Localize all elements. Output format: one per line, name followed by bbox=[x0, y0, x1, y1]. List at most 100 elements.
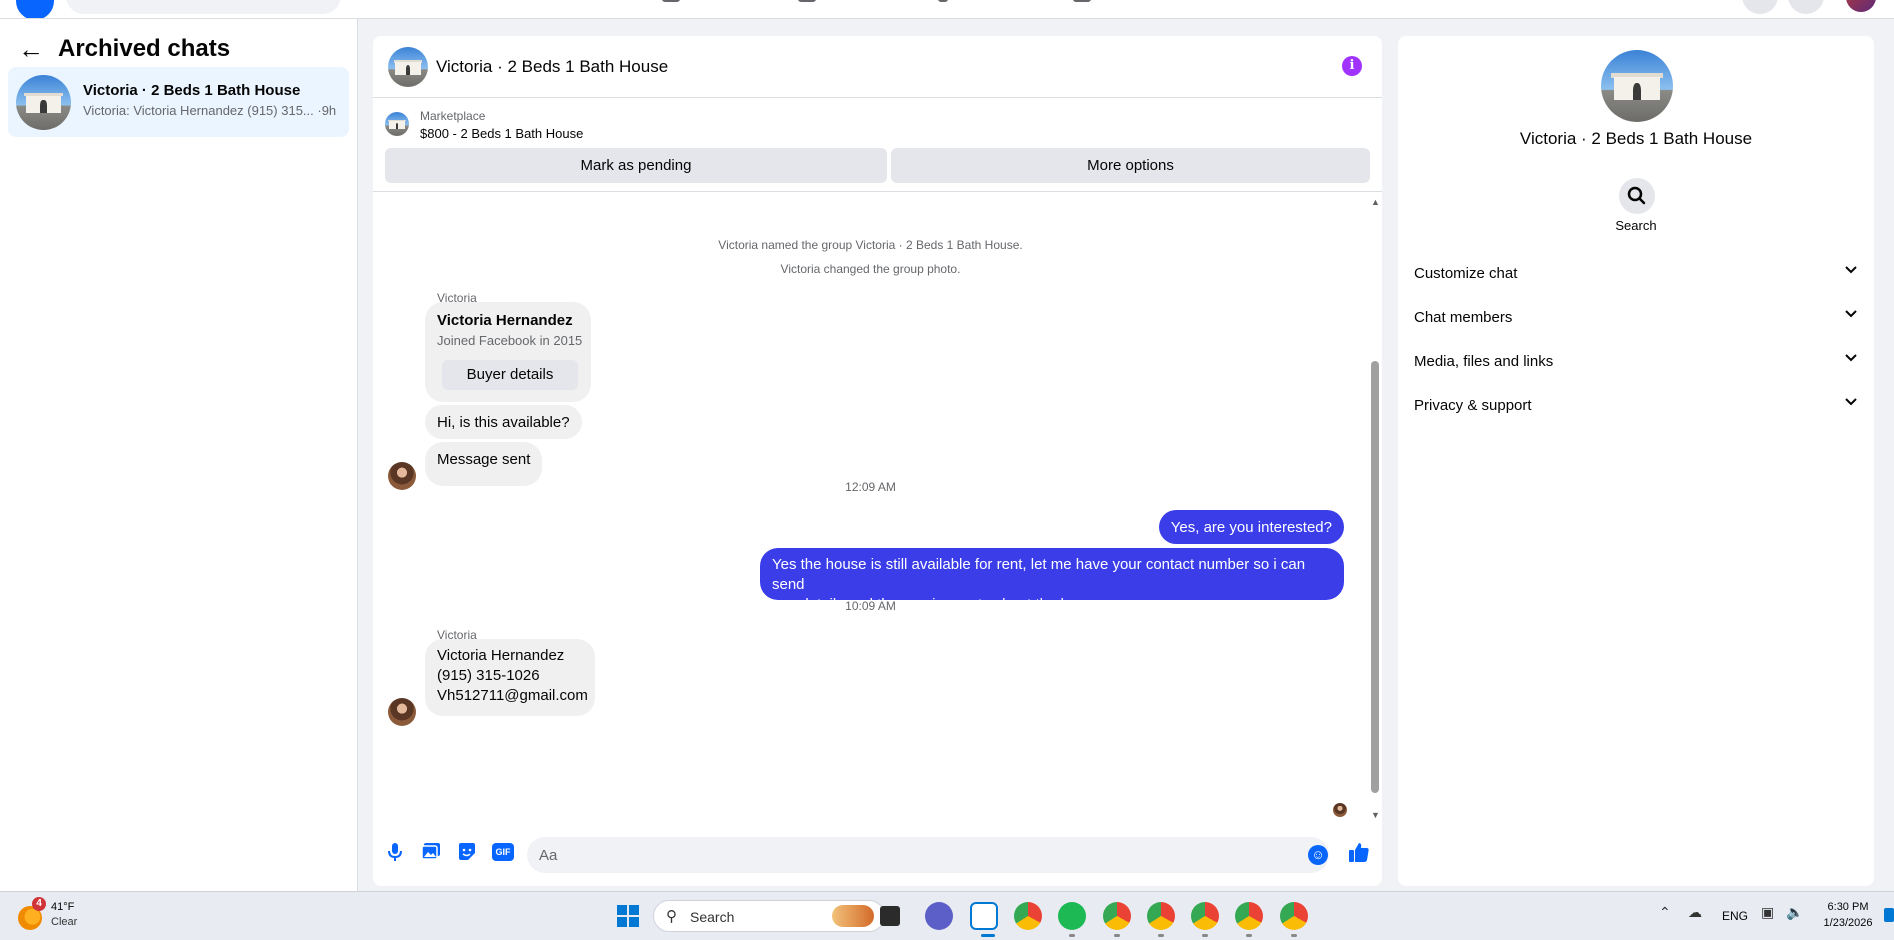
section-label: Customize chat bbox=[1414, 265, 1518, 282]
active-app-indicator bbox=[981, 934, 995, 937]
archived-chats-panel: ← Archived chats Victoria · 2 Beds 1 Bat… bbox=[0, 19, 358, 891]
conversation-avatar[interactable] bbox=[388, 47, 428, 87]
media-files-links-section[interactable]: Media, files and links bbox=[1414, 343, 1858, 379]
search-icon bbox=[1627, 186, 1646, 205]
chrome-profile-icon[interactable] bbox=[1235, 902, 1263, 930]
details-avatar[interactable] bbox=[1601, 50, 1673, 122]
onedrive-offline-icon[interactable]: ☁ bbox=[1688, 904, 1702, 921]
back-arrow-icon[interactable]: ← bbox=[18, 36, 44, 62]
contact-email: Vh512711@gmail.com bbox=[437, 687, 588, 704]
chevron-down-icon bbox=[1845, 266, 1857, 274]
running-app-indicator bbox=[1202, 934, 1208, 937]
contact-name: Victoria Hernandez bbox=[437, 647, 565, 664]
timestamp: 12:09 AM bbox=[845, 480, 896, 494]
chrome-profile-icon[interactable] bbox=[1103, 902, 1131, 930]
taskbar-search-box[interactable]: ⚲ Search bbox=[653, 900, 885, 932]
weather-condition[interactable]: Clear bbox=[51, 916, 77, 928]
running-app-indicator bbox=[1246, 934, 1252, 937]
windows-start-icon[interactable] bbox=[617, 905, 639, 927]
video-nav-icon[interactable] bbox=[798, 0, 816, 2]
house-photo bbox=[16, 75, 71, 130]
scroll-down-arrow-icon[interactable]: ▼ bbox=[1371, 810, 1380, 820]
message-list: Victoria named the group Victoria · 2 Be… bbox=[373, 196, 1368, 826]
teams-chat-icon[interactable] bbox=[925, 902, 953, 930]
outgoing-message-long[interactable]: Yes the house is still available for ren… bbox=[760, 548, 1344, 613]
facebook-search-input[interactable] bbox=[66, 0, 341, 14]
network-icon[interactable]: ▣ bbox=[1761, 904, 1774, 921]
chrome-profile-icon[interactable] bbox=[1147, 902, 1175, 930]
archived-header: ← Archived chats bbox=[18, 35, 230, 63]
spotify-icon[interactable] bbox=[1058, 902, 1086, 930]
incoming-message[interactable]: Hi, is this available? bbox=[425, 405, 582, 439]
weather-badge: 4 bbox=[32, 897, 46, 911]
chat-details-panel: Victoria · 2 Beds 1 Bath House Search Cu… bbox=[1398, 36, 1874, 886]
input-language[interactable]: ENG bbox=[1722, 909, 1748, 923]
sticker-icon[interactable] bbox=[457, 842, 477, 862]
chrome-icon[interactable] bbox=[1014, 902, 1042, 930]
clock-date[interactable]: 1/23/2026 bbox=[1816, 917, 1880, 929]
mark-as-pending-button[interactable]: Mark as pending bbox=[385, 148, 887, 183]
scroll-up-arrow-icon[interactable]: ▲ bbox=[1371, 197, 1380, 207]
chrome-profile-icon[interactable] bbox=[1280, 902, 1308, 930]
facebook-logo-icon[interactable] bbox=[16, 0, 54, 18]
system-message: Victoria named the group Victoria · 2 Be… bbox=[718, 238, 1023, 252]
timestamp: 10:09 AM bbox=[845, 599, 896, 613]
gaming-nav-icon[interactable] bbox=[1073, 0, 1091, 2]
clock-time[interactable]: 6:30 PM bbox=[1818, 901, 1878, 913]
menu-grid-icon[interactable] bbox=[1742, 0, 1778, 14]
details-name: Victoria · 2 Beds 1 Bath House bbox=[1519, 129, 1753, 148]
buyer-profile-card: Victoria Hernandez Joined Facebook in 20… bbox=[425, 302, 591, 402]
contact-info-message[interactable]: Victoria Hernandez (915) 315-1026 Vh5127… bbox=[425, 639, 595, 716]
message-input[interactable] bbox=[527, 837, 1329, 873]
running-app-indicator bbox=[1114, 934, 1120, 937]
account-avatar[interactable] bbox=[1846, 0, 1876, 12]
home-nav-icon[interactable] bbox=[662, 0, 680, 2]
chat-list-item[interactable]: Victoria · 2 Beds 1 Bath House Victoria:… bbox=[8, 67, 349, 137]
marketplace-listing-banner: Marketplace $800 - 2 Beds 1 Bath House M… bbox=[373, 98, 1382, 192]
chat-preview: Victoria: Victoria Hernandez (915) 315..… bbox=[83, 103, 337, 118]
show-hidden-icons-chevron-icon[interactable]: ⌃ bbox=[1659, 904, 1671, 921]
more-options-button[interactable]: More options bbox=[891, 148, 1370, 183]
chat-avatar bbox=[16, 75, 71, 130]
taskbar-search-label: Search bbox=[690, 909, 735, 925]
chat-members-section[interactable]: Chat members bbox=[1414, 299, 1858, 335]
scroll-thumb[interactable] bbox=[1371, 361, 1379, 793]
archived-title: Archived chats bbox=[58, 35, 231, 62]
marketplace-nav-icon[interactable] bbox=[938, 0, 948, 2]
customize-chat-section[interactable]: Customize chat bbox=[1414, 255, 1858, 291]
section-label: Privacy & support bbox=[1414, 397, 1532, 414]
info-icon[interactable]: i bbox=[1342, 56, 1362, 76]
sender-avatar[interactable] bbox=[388, 698, 416, 726]
running-app-indicator bbox=[1291, 934, 1297, 937]
conversation-panel: Victoria · 2 Beds 1 Bath House i Marketp… bbox=[373, 36, 1382, 886]
outgoing-message-line: Yes the house is still available for ren… bbox=[772, 556, 1306, 593]
image-icon[interactable] bbox=[421, 842, 441, 862]
chevron-down-icon bbox=[1845, 398, 1857, 406]
task-view-icon[interactable] bbox=[880, 906, 900, 926]
privacy-support-section[interactable]: Privacy & support bbox=[1414, 387, 1858, 423]
snipping-tool-icon[interactable] bbox=[970, 902, 998, 930]
running-app-indicator bbox=[1069, 934, 1075, 937]
weather-temperature[interactable]: 41°F bbox=[51, 901, 74, 913]
notification-icon[interactable] bbox=[1884, 908, 1894, 922]
search-button[interactable] bbox=[1619, 178, 1655, 214]
emoji-icon[interactable]: ☺ bbox=[1308, 845, 1328, 865]
listing-thumbnail[interactable] bbox=[385, 112, 409, 136]
chrome-profile-icon[interactable] bbox=[1191, 902, 1219, 930]
conversation-title[interactable]: Victoria · 2 Beds 1 Bath House bbox=[436, 57, 668, 77]
thumbs-up-icon[interactable] bbox=[1348, 841, 1370, 869]
search-icon: ⚲ bbox=[666, 908, 677, 925]
chevron-down-icon bbox=[1845, 354, 1857, 362]
volume-muted-icon[interactable]: 🔈 bbox=[1786, 904, 1803, 921]
listing-title[interactable]: $800 - 2 Beds 1 Bath House bbox=[420, 126, 583, 141]
outgoing-message[interactable]: Yes, are you interested? bbox=[1158, 510, 1344, 544]
buyer-card-subtitle: Joined Facebook in 2015 bbox=[437, 333, 583, 348]
gif-icon[interactable]: GIF bbox=[492, 843, 514, 861]
message-scrollbar[interactable]: ▲ ▼ bbox=[1368, 196, 1382, 826]
listing-source: Marketplace bbox=[420, 109, 486, 123]
messenger-icon[interactable] bbox=[1788, 0, 1824, 14]
search-highlight-image bbox=[832, 905, 874, 927]
buyer-details-button[interactable]: Buyer details bbox=[442, 360, 578, 390]
running-app-indicator bbox=[1158, 934, 1164, 937]
microphone-icon[interactable] bbox=[385, 842, 405, 862]
